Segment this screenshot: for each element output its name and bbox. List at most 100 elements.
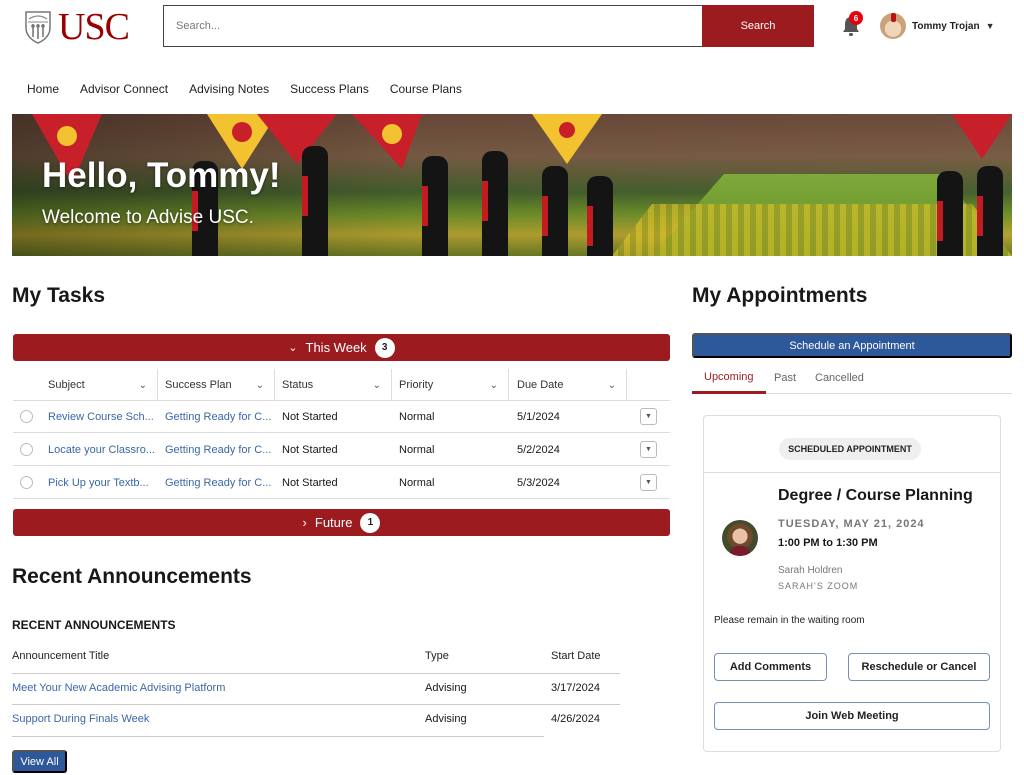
column-header-subject[interactable]: Subject ⌄ (48, 369, 158, 401)
divider (704, 472, 1000, 473)
task-row: Locate your Classro... Getting Ready for… (13, 433, 670, 466)
task-complete-radio[interactable] (20, 443, 33, 456)
task-complete-radio[interactable] (20, 410, 33, 423)
search-input[interactable]: Search... (163, 5, 703, 47)
tab-cancelled[interactable]: Cancelled (815, 362, 864, 394)
divider (12, 736, 544, 737)
flag-shape (352, 114, 422, 169)
task-subject-link[interactable]: Locate your Classro... (48, 433, 155, 466)
row-actions-dropdown-icon[interactable]: ▼ (640, 408, 657, 425)
search-button[interactable]: Search (702, 5, 814, 47)
column-label: Success Plan (165, 379, 232, 391)
flag-shape (952, 114, 1012, 159)
column-header-status[interactable]: Status ⌄ (282, 369, 392, 401)
announcement-type: Advising (425, 713, 467, 725)
future-count: 1 (360, 512, 381, 533)
task-priority: Normal (399, 476, 435, 489)
column-header-success-plan[interactable]: Success Plan ⌄ (165, 369, 275, 401)
nav-item-course-plans[interactable]: Course Plans (390, 82, 462, 96)
appointment-title: Degree / Course Planning (778, 487, 973, 504)
schedule-appointment-button[interactable]: Schedule an Appointment (692, 333, 1012, 358)
row-actions-dropdown-icon[interactable]: ▼ (640, 441, 657, 458)
reschedule-cancel-button[interactable]: Reschedule or Cancel (848, 653, 990, 681)
task-plan-link[interactable]: Getting Ready for C... (165, 433, 271, 466)
graduate-figure (302, 146, 328, 256)
usc-shield-icon (25, 11, 51, 44)
nav-item-advising-notes[interactable]: Advising Notes (189, 82, 269, 96)
chevron-down-icon: ⌄ (138, 379, 147, 391)
chevron-down-icon: ⌄ (372, 379, 381, 391)
announcement-link[interactable]: Support During Finals Week (12, 713, 149, 725)
column-header-priority[interactable]: Priority ⌄ (399, 369, 509, 401)
tasks-table-header: Subject ⌄ Success Plan ⌄ Status ⌄ Priori… (13, 369, 670, 401)
task-due-date: 5/3/2024 (517, 476, 560, 489)
task-row: Review Course Sch... Getting Ready for C… (13, 400, 670, 433)
graduate-figure (542, 166, 568, 256)
task-due-date: 5/1/2024 (517, 410, 560, 423)
graduate-figure (977, 166, 1003, 256)
this-week-count: 3 (374, 337, 395, 358)
this-week-label: This Week (305, 340, 367, 355)
column-label: Status (282, 379, 314, 391)
task-plan-link[interactable]: Getting Ready for C... (165, 400, 271, 433)
add-comments-button[interactable]: Add Comments (714, 653, 827, 681)
future-group-toggle[interactable]: › Future 1 (13, 509, 670, 536)
task-due-date: 5/2/2024 (517, 443, 560, 456)
caret-down-icon: ▼ (985, 21, 995, 31)
task-subject-link[interactable]: Review Course Sch... (48, 400, 154, 433)
this-week-group-toggle[interactable]: ⌄ This Week 3 (13, 334, 670, 361)
announcement-type: Advising (425, 682, 467, 694)
tab-upcoming[interactable]: Upcoming (692, 362, 766, 394)
chevron-down-icon: ⌄ (288, 342, 298, 354)
task-subject-link[interactable]: Pick Up your Textb... (48, 466, 149, 499)
announcement-link[interactable]: Meet Your New Academic Advising Platform (12, 682, 225, 694)
appointment-date: TUESDAY, MAY 21, 2024 (778, 518, 925, 530)
task-plan-link[interactable]: Getting Ready for C... (165, 466, 271, 499)
nav-item-home[interactable]: Home (27, 82, 59, 96)
column-header-due-date[interactable]: Due Date ⌄ (517, 369, 627, 401)
advisor-name: Sarah Holdren (778, 565, 843, 576)
usc-logo[interactable]: USC (24, 6, 130, 48)
task-status: Not Started (282, 476, 338, 489)
chevron-right-icon: › (302, 515, 307, 530)
flag-shape (532, 114, 602, 164)
chevron-down-icon: ⌄ (255, 379, 264, 391)
advisor-avatar (722, 520, 758, 556)
notification-badge: 6 (849, 11, 863, 25)
hero-subtitle: Welcome to Advise USC. (42, 207, 254, 228)
row-actions-dropdown-icon[interactable]: ▼ (640, 474, 657, 491)
user-menu[interactable]: Tommy Trojan ▼ (880, 13, 995, 39)
main-nav: Home Advisor Connect Advising Notes Succ… (27, 82, 462, 96)
nav-item-advisor-connect[interactable]: Advisor Connect (80, 82, 168, 96)
my-appointments-title: My Appointments (692, 284, 868, 307)
my-tasks-title: My Tasks (12, 284, 105, 307)
appointment-location: SARAH'S ZOOM (778, 581, 859, 591)
column-header-title: Announcement Title (12, 650, 110, 662)
tab-past[interactable]: Past (774, 362, 796, 394)
task-status: Not Started (282, 443, 338, 456)
graduate-figure (937, 171, 963, 256)
announcements-list-heading: RECENT ANNOUNCEMENTS (12, 618, 176, 632)
search-placeholder: Search... (176, 20, 221, 32)
chevron-down-icon: ⌄ (489, 379, 498, 391)
announcement-date: 4/26/2024 (551, 713, 600, 725)
nav-item-success-plans[interactable]: Success Plans (290, 82, 369, 96)
column-header-start-date: Start Date (551, 650, 601, 662)
task-row: Pick Up your Textb... Getting Ready for … (13, 466, 670, 499)
appointment-time: 1:00 PM to 1:30 PM (778, 537, 878, 549)
chevron-down-icon: ⌄ (607, 379, 616, 391)
graduate-figure (482, 151, 508, 256)
graduate-figure (422, 156, 448, 256)
future-label: Future (314, 515, 353, 530)
join-web-meeting-button[interactable]: Join Web Meeting (714, 702, 990, 730)
column-header-type: Type (425, 650, 449, 662)
task-complete-radio[interactable] (20, 476, 33, 489)
hero-title: Hello, Tommy! (42, 156, 281, 195)
graduate-figure (587, 176, 613, 256)
logo-text: USC (58, 6, 130, 48)
appointment-tabs: Upcoming Past Cancelled (692, 362, 1012, 394)
task-priority: Normal (399, 410, 435, 423)
announcement-date: 3/17/2024 (551, 682, 600, 694)
view-all-button[interactable]: View All (12, 750, 67, 773)
user-name: Tommy Trojan (912, 20, 980, 32)
